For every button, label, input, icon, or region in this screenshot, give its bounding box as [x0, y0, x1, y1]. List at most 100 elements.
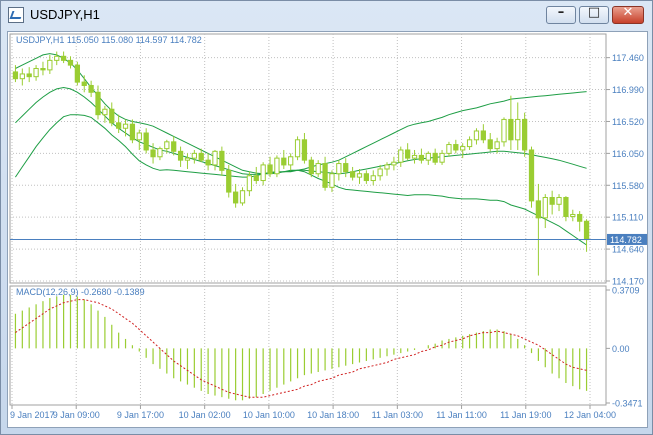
- candle-body: [157, 148, 163, 158]
- candle-body: [95, 91, 101, 116]
- candle-body: [570, 213, 576, 218]
- candle-body: [521, 118, 528, 151]
- candle-body: [343, 163, 349, 173]
- price-axis-label: 117.460: [612, 53, 644, 63]
- candle-body: [439, 152, 445, 163]
- candle-body: [460, 146, 466, 151]
- candle-body: [239, 190, 246, 204]
- price-axis-label: 116.050: [612, 149, 644, 159]
- candle-body: [33, 68, 39, 78]
- candle-body: [336, 163, 342, 175]
- candle-body: [274, 157, 280, 175]
- time-axis-label: 9 Jan 2017: [10, 410, 55, 420]
- candle-body: [246, 175, 253, 192]
- chart-info-label: USDJPY,H1 115.050 115.080 114.597 114.78…: [16, 35, 202, 45]
- candle-body: [398, 149, 404, 163]
- candle-body: [12, 71, 19, 80]
- maximize-button[interactable]: □: [579, 5, 609, 24]
- candle-body: [487, 139, 493, 150]
- candle-body: [528, 149, 535, 202]
- candle-body: [164, 141, 170, 150]
- current-price-label: 114.782: [610, 235, 642, 245]
- time-axis-label: 11 Jan 19:00: [500, 410, 551, 420]
- candle-body: [212, 150, 218, 166]
- price-axis-label: 116.990: [612, 85, 644, 95]
- macd-axis-label: -0.3471: [612, 399, 643, 409]
- candle-body: [122, 123, 129, 129]
- candle-body: [88, 84, 94, 93]
- candle-body: [267, 164, 273, 175]
- candle-body: [329, 173, 335, 188]
- candle-body: [171, 141, 177, 152]
- candle-body: [563, 196, 569, 218]
- candle-body: [418, 154, 425, 161]
- candle-body: [322, 163, 328, 188]
- macd-info-label: MACD(12,26,9) -0.2680 -0.1389: [16, 287, 145, 297]
- candle-body: [129, 123, 136, 141]
- candle-body: [116, 122, 122, 129]
- time-axis-label: 9 Jan 09:00: [53, 410, 100, 420]
- candle-body: [349, 171, 356, 178]
- candle-body: [294, 139, 301, 158]
- candle-body: [356, 173, 363, 178]
- candle-body: [191, 152, 197, 159]
- candle-body: [143, 132, 149, 151]
- candle-body: [67, 59, 74, 66]
- candle-body: [308, 159, 314, 175]
- candle-body: [47, 59, 53, 71]
- price-axis-label: 115.580: [612, 181, 644, 191]
- candle-body: [549, 196, 555, 205]
- chart-window-icon: [8, 7, 24, 23]
- close-button[interactable]: ✕: [612, 5, 644, 24]
- close-icon: ✕: [622, 5, 634, 20]
- title-bar[interactable]: USDJPY,H1 – □ ✕: [1, 1, 652, 29]
- chart-canvas[interactable]: 114.782 117.460 116.990 116.520 116.050 115.…: [8, 32, 647, 427]
- price-pane[interactable]: [9, 33, 607, 284]
- candle-body: [432, 152, 438, 163]
- candle-body: [226, 169, 232, 193]
- candle-body: [54, 55, 60, 61]
- candle-body: [260, 164, 266, 182]
- candle-body: [81, 81, 87, 86]
- maximize-icon: □: [587, 5, 601, 20]
- candle-body: [232, 191, 239, 204]
- candle-body: [535, 200, 542, 219]
- candle-body: [391, 161, 397, 166]
- price-axis-label: 114.640: [612, 245, 644, 255]
- candle-body: [74, 64, 81, 83]
- candle-body: [577, 213, 583, 222]
- candle-body: [405, 149, 411, 159]
- price-axis-label: 116.520: [612, 117, 644, 127]
- macd-axis-label: 0.00: [612, 344, 630, 354]
- candle-body: [136, 132, 142, 141]
- candle-body: [109, 108, 115, 124]
- time-axis-label: 10 Jan 02:00: [179, 410, 231, 420]
- candle-body: [446, 144, 452, 154]
- minimize-button[interactable]: –: [546, 5, 576, 24]
- candle-body: [150, 149, 156, 158]
- candle-body: [198, 152, 204, 161]
- candle-body: [384, 164, 390, 170]
- candle-body: [40, 68, 46, 71]
- candle-body: [102, 108, 108, 116]
- candle-body: [425, 152, 431, 161]
- candle-body: [281, 157, 287, 166]
- time-axis-label: 10 Jan 10:00: [243, 410, 295, 420]
- candle-body: [508, 118, 514, 141]
- candle-body: [473, 130, 480, 141]
- time-axis-label: 11 Jan 11:00: [436, 410, 487, 420]
- chart-area[interactable]: 114.782 117.460 116.990 116.520 116.050 115.…: [7, 31, 648, 428]
- candle-body: [219, 150, 225, 171]
- candle-body: [501, 118, 507, 143]
- candle-body: [205, 159, 211, 166]
- candle-body: [556, 196, 562, 205]
- candle-body: [288, 156, 294, 166]
- minimize-icon: –: [557, 5, 565, 20]
- time-axis-label: 9 Jan 17:00: [117, 410, 164, 420]
- candle-body: [480, 130, 486, 141]
- candle-body: [60, 55, 67, 61]
- candle-body: [370, 175, 376, 182]
- candle-body: [184, 157, 191, 161]
- candle-body: [515, 118, 521, 141]
- candle-body: [315, 163, 321, 175]
